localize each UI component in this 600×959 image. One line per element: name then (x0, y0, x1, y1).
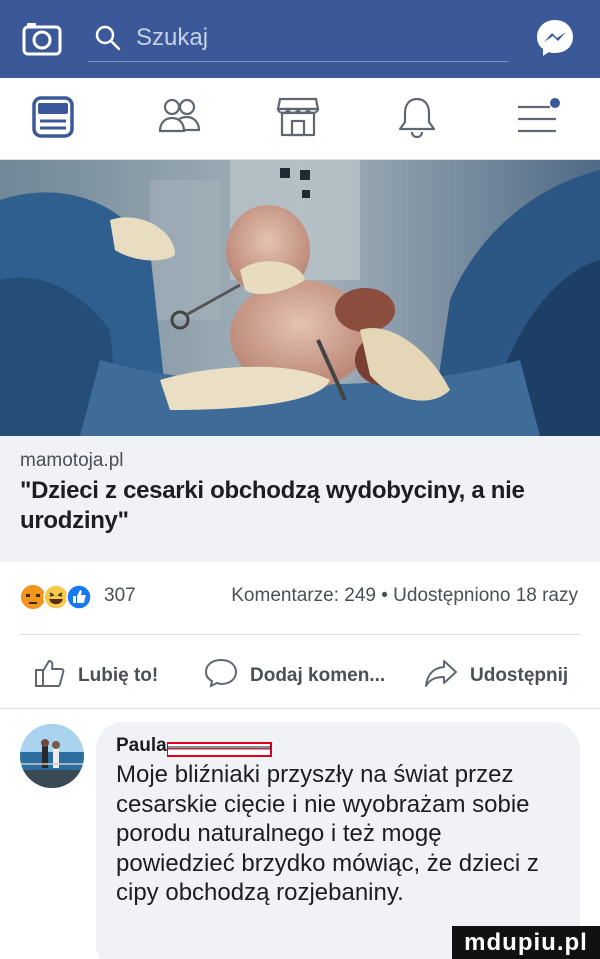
news-feed-icon (30, 95, 76, 144)
thumbs-up-icon (34, 658, 78, 694)
reaction-icons[interactable] (20, 584, 94, 610)
bell-icon (395, 95, 439, 144)
comment-icon (204, 658, 250, 694)
like-label: Lubię to! (78, 665, 159, 686)
divider (20, 634, 580, 635)
comment-author-name: Paula (116, 735, 167, 756)
share-icon (424, 658, 470, 694)
nav-news-feed[interactable] (28, 95, 78, 144)
comment-text: Moje bliźniaki przyszły na świat przez c… (116, 761, 539, 906)
link-title: "Dzieci z cesarki obchodzą wydobyciny, a… (20, 477, 525, 534)
redaction-bar (165, 738, 275, 757)
nav-menu[interactable] (512, 96, 562, 142)
comment-bubble: Paula Moje bliźniaki przyszły na świat p… (96, 722, 580, 959)
post-image[interactable] (0, 160, 600, 436)
divider (0, 708, 600, 709)
notification-dot (550, 98, 560, 108)
nav-notifications[interactable] (392, 96, 442, 142)
search-underline (88, 61, 508, 62)
avatar[interactable] (20, 724, 84, 788)
reaction-count[interactable]: 307 (104, 585, 136, 607)
nav-marketplace[interactable] (273, 96, 323, 142)
top-bar (0, 0, 600, 78)
angry-icon (21, 585, 45, 609)
reactions-row: 307 Komentarze: 249 • Udostępniono 18 ra… (0, 576, 600, 620)
comments-shares-count[interactable]: Komentarze: 249 • Udostępniono 18 razy (231, 585, 578, 607)
search-input[interactable] (136, 20, 496, 56)
comment-label: Dodaj komen... (250, 665, 386, 686)
search-icon (94, 24, 122, 52)
search-bar[interactable] (88, 14, 508, 62)
nav-friends[interactable] (154, 96, 204, 142)
messenger-icon[interactable] (535, 18, 575, 58)
actions-row: Lubię to! Dodaj komen... Udostępnij (0, 648, 600, 704)
comment-button[interactable]: Dodaj komen... (204, 656, 385, 696)
link-preview[interactable]: mamotoja.pl "Dzieci z cesarki obchodzą w… (0, 436, 600, 562)
watermark: mdupiu.pl (452, 926, 600, 959)
share-button[interactable]: Udostępnij (424, 656, 568, 696)
link-domain: mamotoja.pl (20, 450, 124, 471)
marketplace-icon (274, 95, 322, 144)
nav-row (0, 78, 600, 160)
friends-icon (155, 95, 203, 144)
share-label: Udostępnij (470, 665, 569, 686)
haha-icon (43, 584, 69, 610)
like-icon (66, 584, 92, 610)
like-button[interactable]: Lubię to! (34, 656, 158, 696)
comment-author[interactable]: Paula (116, 732, 560, 760)
camera-icon[interactable] (22, 22, 62, 56)
